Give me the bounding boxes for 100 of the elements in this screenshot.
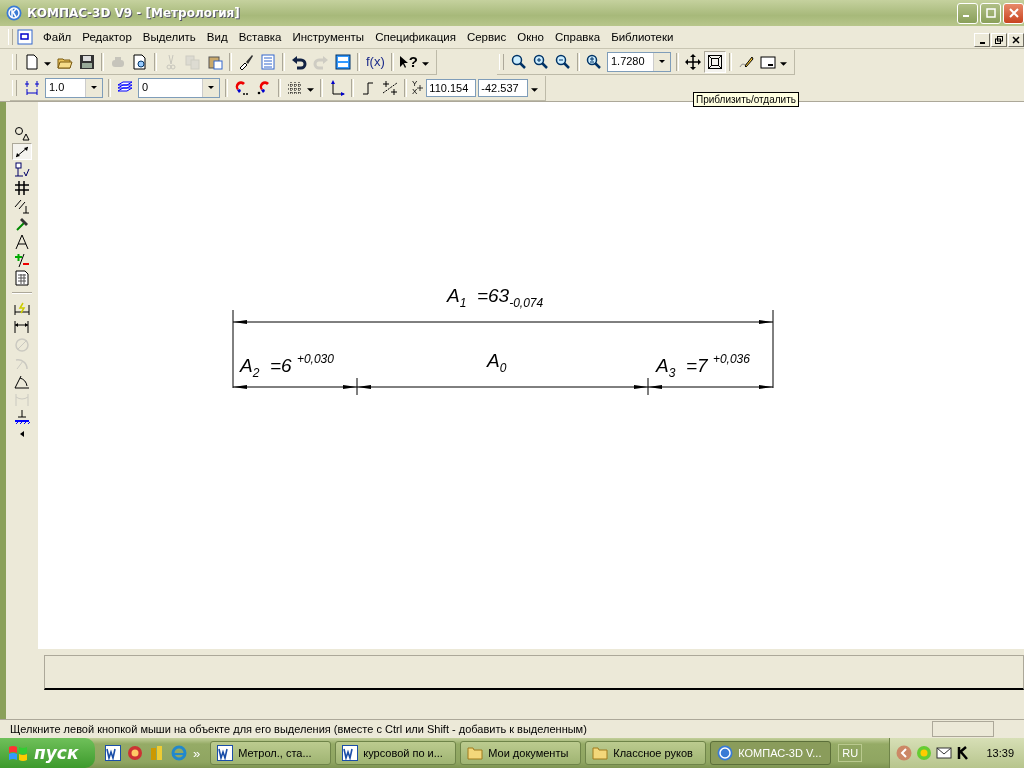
pan-icon bbox=[684, 53, 701, 70]
symbols-button[interactable] bbox=[12, 161, 32, 178]
menu-item[interactable]: Библиотеки bbox=[611, 31, 674, 43]
dimension-label: A$_{3}$ =7 $^{+0,036}$ bbox=[656, 351, 750, 382]
symbols-icon bbox=[14, 161, 30, 178]
menu-item[interactable]: Вид bbox=[206, 31, 228, 43]
grid-icon bbox=[287, 79, 303, 96]
dimension-label: A$_{2}$ =6 $^{+0,030}$ bbox=[240, 351, 334, 382]
geometry-button[interactable] bbox=[12, 125, 32, 142]
taskbar-button[interactable]: Мои документы bbox=[460, 741, 582, 765]
auto-dimension-button[interactable] bbox=[12, 300, 32, 317]
caret-icon[interactable] bbox=[44, 62, 51, 67]
geometry-icon bbox=[14, 125, 30, 142]
caret-icon[interactable] bbox=[531, 88, 539, 93]
tooltip: Приблизить/отдалить bbox=[693, 92, 799, 107]
calculator-icon bbox=[335, 53, 351, 70]
folder-icon bbox=[592, 745, 609, 761]
maximize-button[interactable] bbox=[980, 2, 1001, 24]
sheet-button[interactable] bbox=[12, 269, 32, 286]
caret-icon[interactable] bbox=[779, 62, 787, 67]
linear-dimension-button[interactable] bbox=[12, 318, 32, 335]
zoom-icon bbox=[510, 53, 527, 70]
menu-item[interactable]: Окно bbox=[517, 31, 544, 43]
close-icon bbox=[1012, 36, 1020, 44]
paste-icon bbox=[207, 53, 223, 70]
maximize-icon bbox=[985, 8, 996, 18]
word-icon[interactable] bbox=[105, 745, 121, 761]
scroll-arrow-icon[interactable] bbox=[20, 431, 24, 437]
magnet-icon bbox=[256, 79, 272, 96]
list-icon bbox=[260, 53, 276, 70]
caret-icon bbox=[658, 59, 665, 64]
zoom-out-icon bbox=[554, 53, 571, 70]
grid-button[interactable] bbox=[12, 179, 32, 196]
scale-dropdown[interactable]: 1.7280 bbox=[606, 51, 671, 72]
step-dropdown[interactable]: 1.0 bbox=[45, 77, 103, 98]
grid-icon bbox=[14, 179, 30, 196]
snap-icon bbox=[382, 79, 398, 96]
word-icon bbox=[342, 745, 359, 761]
menu-item[interactable]: Редактор bbox=[82, 31, 132, 43]
step-icon bbox=[24, 79, 40, 96]
window-icon bbox=[759, 53, 776, 70]
caret-icon[interactable] bbox=[421, 62, 429, 67]
magnet-icon bbox=[234, 79, 250, 96]
close-icon bbox=[1008, 8, 1019, 18]
taskbar-button[interactable]: курсовой по и... bbox=[335, 741, 457, 765]
restore-icon bbox=[995, 36, 1003, 44]
restore-button[interactable] bbox=[991, 33, 1007, 47]
base-mark-button[interactable] bbox=[12, 408, 32, 425]
compass-icon bbox=[14, 233, 30, 250]
menu-item[interactable]: Выделить bbox=[142, 31, 196, 43]
y-coordinate-field[interactable]: -42.537 bbox=[478, 78, 529, 97]
app-logo-icon bbox=[6, 5, 22, 21]
zoom-scale-icon bbox=[585, 53, 602, 70]
dimension-label: A$_{1}$ =63$_{-0,074}$ bbox=[447, 285, 544, 312]
menu-item[interactable]: Справка bbox=[555, 31, 601, 43]
plus-minus-button[interactable] bbox=[12, 251, 32, 268]
menu-item[interactable]: Инструменты bbox=[292, 31, 365, 43]
plus-minus-icon bbox=[14, 251, 30, 268]
envelope-icon[interactable] bbox=[936, 745, 953, 761]
minimize-icon bbox=[979, 41, 985, 44]
clock: 13:39 bbox=[986, 747, 1014, 759]
windows-flag-icon bbox=[8, 744, 28, 762]
minimize-button[interactable] bbox=[974, 33, 990, 47]
dimension-button[interactable] bbox=[12, 143, 32, 160]
auto-dimension-icon bbox=[14, 300, 30, 317]
hammer-icon bbox=[14, 215, 30, 232]
caret-icon bbox=[91, 85, 97, 90]
menu-item[interactable]: Спецификация bbox=[375, 31, 456, 43]
help-button[interactable]: ? bbox=[396, 50, 421, 73]
chevron-left-icon[interactable] bbox=[896, 745, 913, 761]
taskbar-button[interactable]: Классное руков bbox=[585, 741, 707, 765]
caret-icon bbox=[208, 85, 214, 90]
menu-item[interactable]: Файл bbox=[43, 31, 72, 43]
taskbar-button[interactable]: Метрол., ста... bbox=[210, 741, 332, 765]
base-mark-icon bbox=[14, 408, 30, 425]
word-icon bbox=[217, 745, 234, 761]
new-document-icon bbox=[24, 53, 40, 70]
redo-icon bbox=[313, 53, 329, 70]
sheet-icon bbox=[14, 269, 30, 286]
copy-icon bbox=[185, 53, 201, 70]
parallel-lines-button[interactable] bbox=[12, 197, 32, 214]
parallel-lines-icon bbox=[14, 197, 30, 214]
window-title: КОМПАС-3D V9 - [Метрология] bbox=[27, 6, 240, 20]
document-icon[interactable] bbox=[17, 29, 33, 45]
disc-icon[interactable] bbox=[127, 745, 143, 761]
function-button[interactable]: f(x) bbox=[363, 50, 388, 73]
step-line-icon bbox=[360, 79, 376, 96]
axis-label: Y bbox=[412, 79, 418, 88]
preview-icon bbox=[132, 53, 148, 70]
menu-item[interactable]: Сервис bbox=[466, 31, 507, 43]
layer-dropdown[interactable]: 0 bbox=[138, 77, 220, 98]
pointer-icon bbox=[399, 55, 408, 68]
menu-item[interactable]: Вставка bbox=[238, 31, 282, 43]
caret-icon[interactable] bbox=[307, 88, 314, 93]
fit-frame-button[interactable] bbox=[703, 50, 726, 73]
fit-frame-icon bbox=[706, 53, 723, 70]
close-button[interactable] bbox=[1008, 33, 1024, 47]
x-coordinate-field[interactable]: 110.154 bbox=[426, 78, 477, 97]
minimize-icon bbox=[963, 15, 969, 17]
dimension-label: A$_{0}$ bbox=[487, 350, 507, 377]
